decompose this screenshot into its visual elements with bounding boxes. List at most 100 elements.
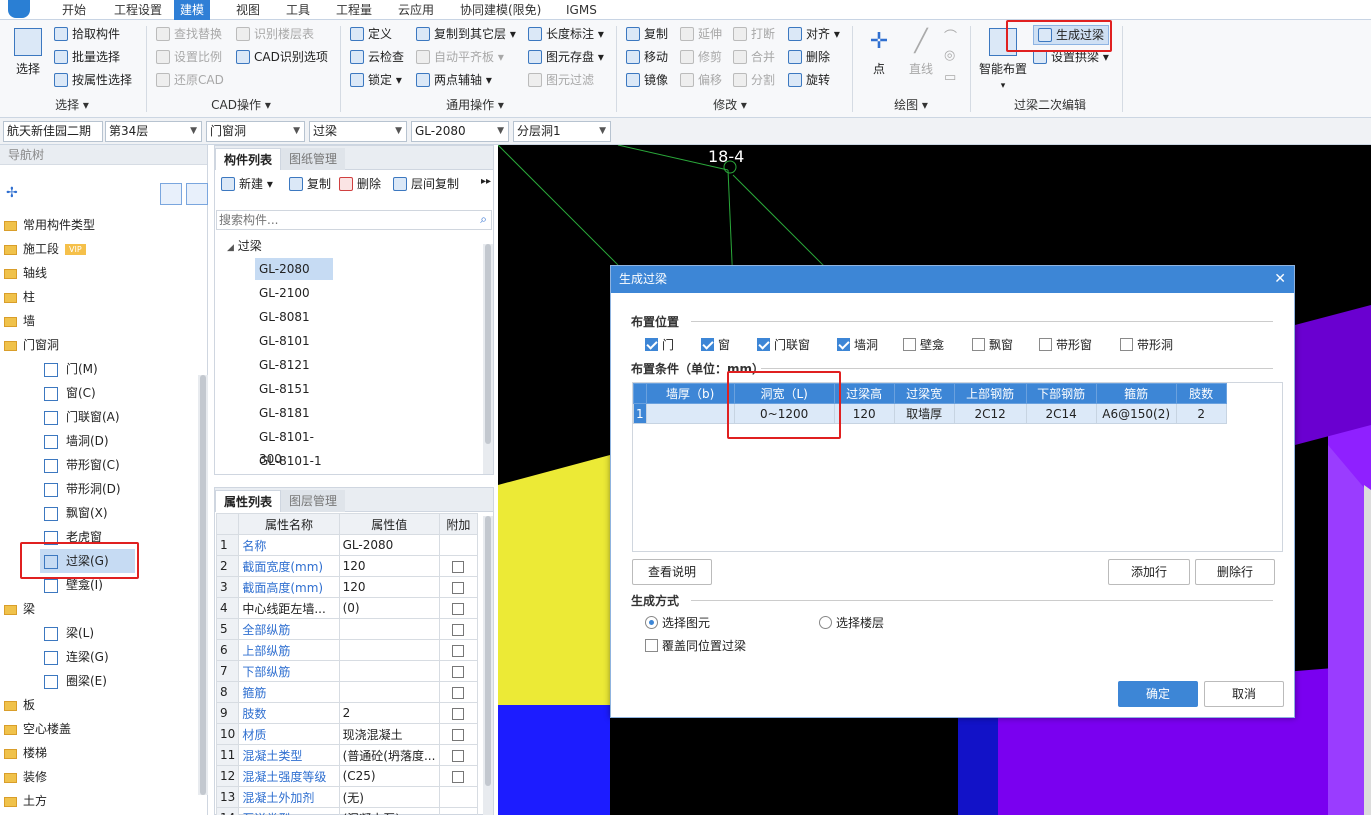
property-value[interactable]: 120 bbox=[338, 576, 440, 598]
nav-item[interactable]: 空心楼盖 bbox=[4, 717, 194, 741]
add-icon[interactable]: ✢ bbox=[6, 185, 18, 201]
nav-item[interactable]: 墙 bbox=[4, 309, 194, 333]
position-checkbox[interactable]: 墙洞 bbox=[837, 336, 878, 353]
property-value[interactable]: 120 bbox=[338, 555, 440, 577]
nav-item[interactable]: 门联窗(A) bbox=[44, 405, 139, 429]
attach-checkbox[interactable] bbox=[452, 728, 465, 741]
align-button[interactable]: 对齐 ▾ bbox=[788, 24, 840, 44]
nav-item[interactable]: 楼梯 bbox=[4, 741, 194, 765]
cad-options-button[interactable]: CAD识别选项 bbox=[236, 47, 328, 67]
copy-component-button[interactable]: 复制 bbox=[289, 174, 331, 194]
position-checkbox[interactable]: 带形洞 bbox=[1120, 336, 1173, 353]
tab-0[interactable]: 开始 bbox=[56, 0, 92, 20]
delete-button[interactable]: 删除 bbox=[788, 47, 830, 67]
ok-button[interactable]: 确定 bbox=[1118, 681, 1198, 707]
delete-row-button[interactable]: 删除行 bbox=[1195, 559, 1275, 585]
tab-7[interactable]: 协同建模(限免) bbox=[454, 0, 547, 20]
nav-item[interactable]: 带形洞(D) bbox=[44, 477, 139, 501]
attach-checkbox[interactable] bbox=[452, 686, 465, 699]
nav-item[interactable]: 常用构件类型 bbox=[4, 213, 194, 237]
batch-select-button[interactable]: 批量选择 bbox=[54, 47, 120, 67]
search-icon[interactable]: ⌕ bbox=[480, 212, 487, 227]
tab-8[interactable]: IGMS bbox=[560, 0, 603, 20]
position-checkbox[interactable]: 飘窗 bbox=[972, 336, 1013, 353]
copy-to-other-floor-button[interactable]: 复制到其它层 ▾ bbox=[416, 24, 516, 44]
close-icon[interactable]: ✕ bbox=[1274, 266, 1286, 293]
property-row[interactable]: 2 截面宽度(mm) 120 bbox=[215, 555, 479, 577]
radio-select-element[interactable]: 选择图元 bbox=[645, 614, 710, 631]
identify-floor-table-button[interactable]: 识别楼层表 bbox=[236, 24, 314, 44]
new-component-button[interactable]: 新建 ▾ bbox=[221, 174, 273, 194]
component-scrollbar[interactable] bbox=[483, 244, 493, 474]
component-search-input[interactable] bbox=[217, 211, 467, 229]
pick-component-button[interactable]: 拾取构件 bbox=[54, 24, 120, 44]
arc-icon[interactable]: ⌒ bbox=[944, 26, 960, 45]
nav-item[interactable]: 土方 bbox=[4, 789, 194, 813]
property-row[interactable]: 3 截面高度(mm) 120 bbox=[215, 576, 479, 598]
attach-checkbox[interactable] bbox=[452, 560, 465, 573]
attach-checkbox[interactable] bbox=[452, 749, 465, 762]
tab-drawing-management[interactable]: 图纸管理 bbox=[281, 148, 346, 170]
grid-cell[interactable]: A6@150(2) bbox=[1095, 403, 1177, 424]
view-help-button[interactable]: 查看说明 bbox=[632, 559, 712, 585]
attach-checkbox[interactable] bbox=[452, 581, 465, 594]
nav-item[interactable]: 梁(L) bbox=[44, 621, 139, 645]
component-item[interactable]: GL-2080 bbox=[255, 258, 333, 280]
property-scrollbar[interactable] bbox=[483, 516, 493, 815]
grid-cell[interactable]: 取墙厚 bbox=[893, 403, 955, 424]
more-icon[interactable]: ▸▸ bbox=[481, 176, 491, 187]
set-scale-button[interactable]: 设置比例 bbox=[156, 47, 222, 67]
element-filter-button[interactable]: 图元过滤 bbox=[528, 70, 594, 90]
position-checkbox[interactable]: 带形窗 bbox=[1039, 336, 1092, 353]
tab-5[interactable]: 工程量 bbox=[330, 0, 378, 20]
select-by-property-button[interactable]: 按属性选择 bbox=[54, 70, 132, 90]
attach-checkbox[interactable] bbox=[452, 644, 465, 657]
rect-icon[interactable]: ▭ bbox=[944, 70, 960, 86]
extend-button[interactable]: 延伸 bbox=[680, 24, 722, 44]
draw-line-button[interactable]: ╱ 直线 bbox=[902, 28, 940, 77]
property-row[interactable]: 14泵送类型(混凝土泵) bbox=[215, 807, 479, 815]
floor-select[interactable]: 第34层 ▼ bbox=[105, 121, 202, 142]
property-value[interactable]: (C25) bbox=[338, 765, 440, 787]
project-select[interactable]: 航天新佳园二期 bbox=[3, 121, 103, 142]
nav-item[interactable]: 梁 bbox=[4, 597, 194, 621]
nav-scrollbar[interactable] bbox=[198, 375, 208, 795]
component-item[interactable]: GL-2100 bbox=[255, 282, 333, 304]
property-row[interactable]: 1 名称 GL-2080 bbox=[215, 534, 479, 556]
nav-item[interactable]: 飘窗(X) bbox=[44, 501, 139, 525]
add-row-button[interactable]: 添加行 bbox=[1108, 559, 1190, 585]
move-button[interactable]: 移动 bbox=[626, 47, 668, 67]
restore-cad-button[interactable]: 还原CAD bbox=[156, 70, 224, 90]
grid-cell[interactable]: 2C12 bbox=[953, 403, 1027, 424]
nav-item[interactable]: 连梁(G) bbox=[44, 645, 139, 669]
mirror-button[interactable]: 镜像 bbox=[626, 70, 668, 90]
component-item[interactable]: GL-8151 bbox=[255, 378, 333, 400]
property-row[interactable]: 6 上部纵筋 bbox=[215, 639, 479, 661]
attach-checkbox[interactable] bbox=[452, 665, 465, 678]
break-button[interactable]: 打断 bbox=[733, 24, 775, 44]
property-row[interactable]: 13 混凝土外加剂 (无) bbox=[215, 786, 479, 808]
attach-checkbox[interactable] bbox=[452, 707, 465, 720]
cover-same-position-checkbox[interactable]: 覆盖同位置过梁 bbox=[645, 637, 746, 654]
property-value[interactable]: (无) bbox=[338, 786, 440, 808]
property-value[interactable]: (普通砼(坍落度... bbox=[338, 744, 440, 766]
tab-3[interactable]: 视图 bbox=[230, 0, 266, 20]
length-dimension-button[interactable]: 长度标注 ▾ bbox=[528, 24, 604, 44]
position-checkbox[interactable]: 门 bbox=[645, 336, 674, 353]
component-item[interactable]: GL-8101-300 bbox=[255, 426, 333, 466]
rotate-button[interactable]: 旋转 bbox=[788, 70, 830, 90]
tab-property-list[interactable]: 属性列表 bbox=[215, 490, 282, 512]
property-row[interactable]: 9 肢数 2 bbox=[215, 702, 479, 724]
grid-row[interactable]: 1 0~1200 120 取墙厚 2C12 2C14 A6@150(2) 2 bbox=[633, 403, 1227, 424]
layer-select[interactable]: 分层洞1 ▼ bbox=[513, 121, 611, 142]
offset-button[interactable]: 偏移 bbox=[680, 70, 722, 90]
nav-item[interactable]: 带形窗(C) bbox=[44, 453, 139, 477]
split-button[interactable]: 分割 bbox=[733, 70, 775, 90]
auto-align-slab-button[interactable]: 自动平齐板 ▾ bbox=[416, 47, 504, 67]
tab-2[interactable]: 建模 bbox=[174, 0, 211, 20]
tab-1[interactable]: 工程设置 bbox=[108, 0, 168, 20]
grid-cell[interactable] bbox=[645, 403, 735, 424]
nav-item[interactable]: 装修 bbox=[4, 765, 194, 789]
attach-checkbox[interactable] bbox=[452, 602, 465, 615]
cloud-check-button[interactable]: 云检查 bbox=[350, 47, 404, 67]
